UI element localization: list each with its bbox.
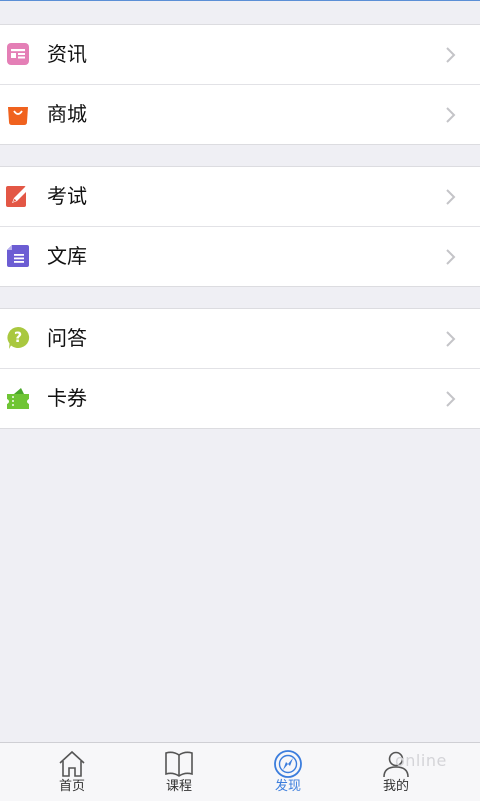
menu-group-1: 资讯 商城 <box>0 24 480 145</box>
ticket-icon <box>7 388 29 409</box>
menu-group-3: ? 问答 卡券 <box>0 308 480 429</box>
menu-group-2: 考试 文库 <box>0 166 480 287</box>
menu-item-exam[interactable]: 考试 <box>0 167 480 226</box>
menu-item-label: 考试 <box>47 184 87 208</box>
svg-text:?: ? <box>14 330 22 346</box>
menu-item-qa[interactable]: ? 问答 <box>0 309 480 368</box>
chevron-right-icon <box>446 331 456 347</box>
chevron-right-icon <box>446 391 456 407</box>
document-library-icon <box>7 245 29 267</box>
tab-label: 我的 <box>382 779 409 794</box>
book-icon <box>165 751 193 777</box>
menu-item-coupon[interactable]: 卡券 <box>0 368 480 428</box>
tab-label: 课程 <box>165 779 192 794</box>
compass-icon <box>274 750 302 778</box>
tab-label: 发现 <box>274 779 301 794</box>
chevron-right-icon <box>446 249 456 265</box>
menu-item-label: 卡券 <box>47 386 87 410</box>
chevron-right-icon <box>446 47 456 63</box>
chevron-right-icon <box>446 189 456 205</box>
tab-label: 首页 <box>58 779 85 794</box>
tab-home[interactable]: 首页 <box>24 743 120 801</box>
tab-discover[interactable]: 发现 <box>240 743 336 801</box>
menu-item-news[interactable]: 资讯 <box>0 25 480 84</box>
home-icon <box>59 750 85 777</box>
exam-pencil-icon <box>6 186 29 207</box>
menu-item-label: 文库 <box>47 244 87 268</box>
menu-item-library[interactable]: 文库 <box>0 226 480 286</box>
menu-item-label: 问答 <box>47 326 87 350</box>
shopping-bag-icon <box>8 107 28 125</box>
menu-item-label: 资讯 <box>47 42 87 66</box>
tab-courses[interactable]: 课程 <box>131 743 227 801</box>
menu-item-mall[interactable]: 商城 <box>0 84 480 144</box>
question-bubble-icon: ? <box>7 326 30 349</box>
top-divider <box>0 0 480 1</box>
chevron-right-icon <box>446 107 456 123</box>
news-icon <box>7 43 29 65</box>
menu-item-label: 商城 <box>47 102 87 126</box>
watermark: online <box>395 751 447 770</box>
